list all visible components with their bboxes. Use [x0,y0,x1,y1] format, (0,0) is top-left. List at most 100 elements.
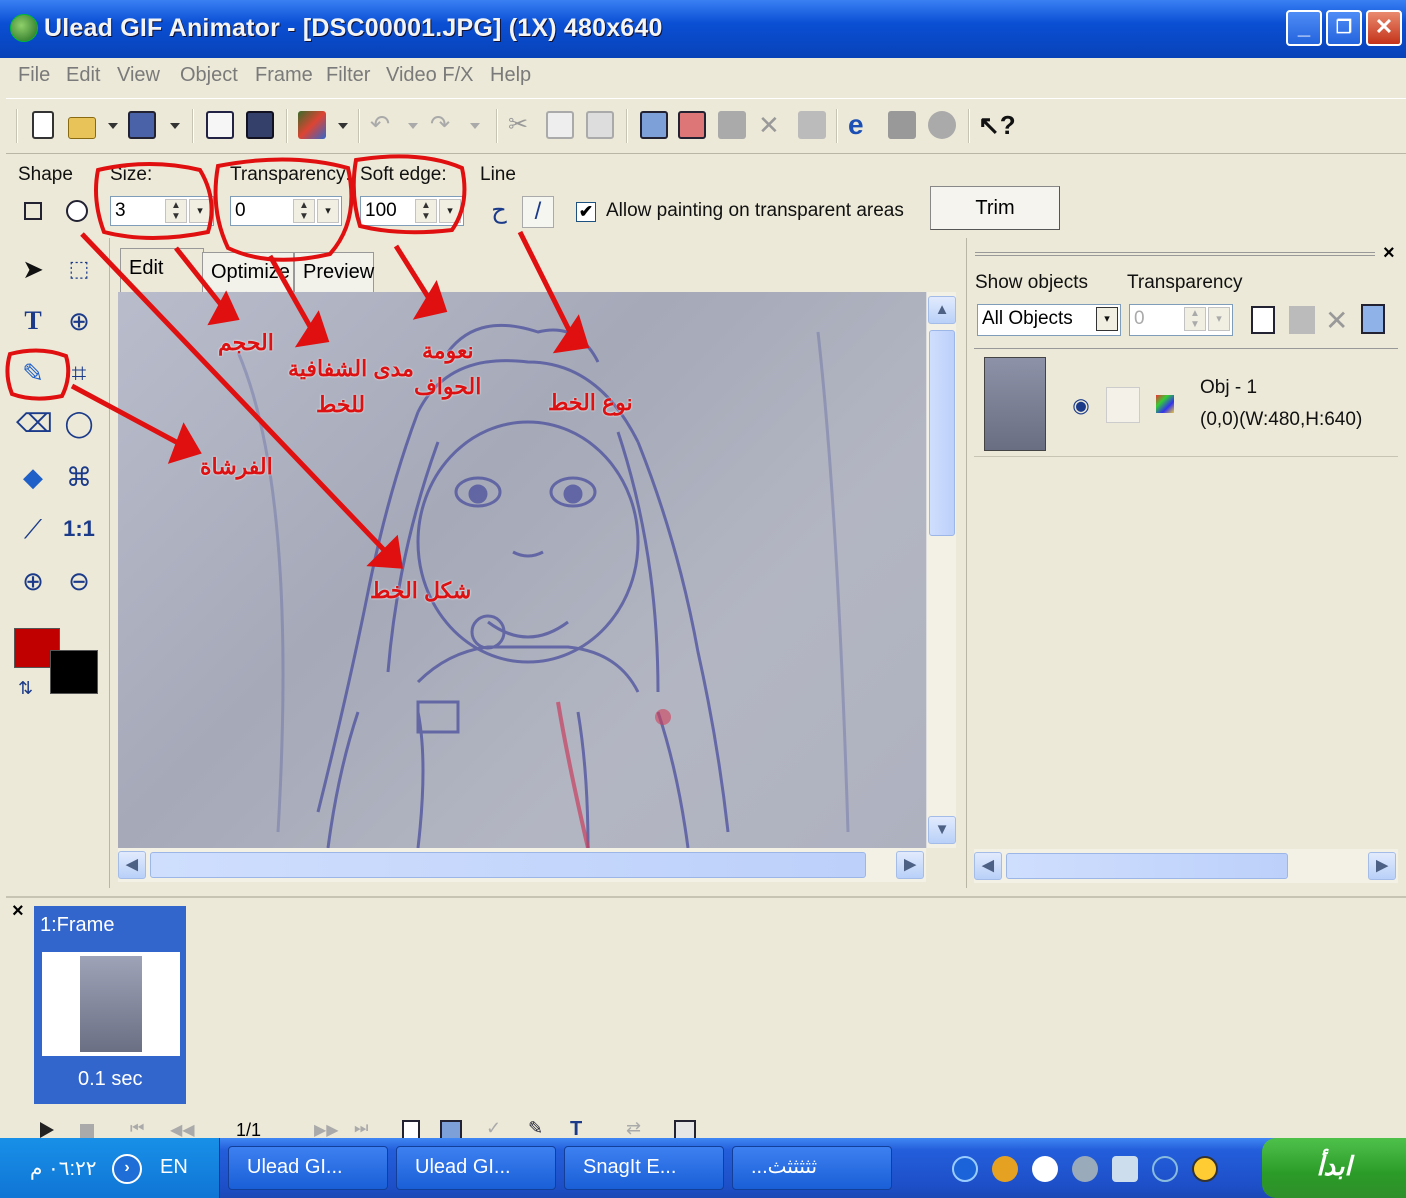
copy-icon[interactable] [546,111,574,139]
soft-edge-stepper[interactable]: 100 ▲ ▼ ▾ [360,196,464,226]
fill-tool-icon[interactable]: ◆ [16,460,50,494]
object-properties-icon[interactable] [718,111,746,139]
reverse-frames-icon[interactable]: ⇄ [626,1118,641,1139]
taskbar-button-snagit[interactable]: SnagIt E... [564,1146,724,1190]
delete-object-icon[interactable]: ✕ [758,111,786,139]
scroll-right-button[interactable]: ▶ [896,851,924,879]
menu-help[interactable]: Help [490,64,531,87]
marquee-tool-icon[interactable]: ⬚ [62,252,96,286]
tab-preview[interactable]: Preview [294,252,374,292]
circle-shape-button[interactable] [66,200,88,222]
lock-toggle[interactable] [1106,387,1140,423]
frame-delete-icon[interactable] [678,111,706,139]
object-scroll-left-button[interactable]: ◀ [974,852,1002,880]
eraser-tool-icon[interactable]: ⌫ [16,406,53,440]
taskbar-button-ulead-2[interactable]: Ulead GI... [396,1146,556,1190]
clone-tool-icon[interactable]: ⌗ [62,356,96,390]
object-scroll-right-button[interactable]: ▶ [1368,852,1396,880]
add-video-icon[interactable] [246,111,274,139]
menu-filter[interactable]: Filter [326,64,370,87]
vertical-scroll-thumb[interactable] [929,330,955,536]
swap-colors-icon[interactable]: ⇅ [18,678,33,699]
add-frame-icon[interactable] [402,1120,420,1140]
stop-icon[interactable] [80,1124,94,1138]
frame-properties-icon[interactable] [640,111,668,139]
object-manager-icon[interactable] [798,111,826,139]
cut-icon[interactable]: ✂ [508,111,536,139]
player-launch-icon[interactable] [992,1156,1018,1182]
duplicate-frame-icon[interactable] [440,1120,462,1140]
zoom-out-icon[interactable]: ⊖ [62,564,96,598]
start-button[interactable]: ابدأ [1262,1138,1406,1198]
menu-edit[interactable]: Edit [66,64,100,87]
eye-visibility-icon[interactable]: ◉ [1066,393,1096,417]
context-help-icon[interactable]: ↖? [978,111,1016,139]
app-launch-icon[interactable] [1112,1156,1138,1182]
tab-edit[interactable]: Edit [120,248,204,292]
paintbrush-tool-icon[interactable]: ✎ [16,356,50,390]
text-tool-icon[interactable]: T [16,304,50,338]
list-item[interactable]: ◉ Obj - 1 (0,0)(W:480,H:640) [974,351,1398,457]
play-icon[interactable] [40,1122,54,1138]
object-properties-panel-icon[interactable] [1361,304,1385,334]
search-launch-icon[interactable] [1152,1156,1178,1182]
background-color-swatch[interactable] [50,650,98,694]
messenger-launch-icon[interactable] [1072,1156,1098,1182]
frame-panel-close-button[interactable]: × [12,900,24,923]
frame-thumbnail-card[interactable]: 1:Frame 0.1 sec [34,906,186,1104]
crop-tool-icon[interactable]: ⌘ [62,460,96,494]
scroll-down-button[interactable]: ▼ [928,816,956,844]
eyedropper-tool-icon[interactable]: ⟋ [16,512,50,546]
close-button[interactable]: ✕ [1366,10,1402,46]
transparency-stepper[interactable]: 0 ▲ ▼ ▾ [230,196,342,226]
menu-object[interactable]: Object [180,64,238,87]
save-icon[interactable] [128,111,156,139]
size-stepper[interactable]: 3 ▲ ▼ ▾ [110,196,214,226]
export-icon[interactable] [928,111,956,139]
lasso-tool-icon[interactable]: ◯ [62,406,96,440]
optimize-wizard-icon[interactable] [888,111,916,139]
delete-frame-icon[interactable]: ✓ [486,1118,501,1139]
scroll-up-button[interactable]: ▲ [928,296,956,324]
first-frame-icon[interactable]: ⏮ [130,1120,144,1138]
horizontal-scroll-thumb[interactable] [150,852,866,878]
new-file-icon[interactable] [32,111,54,139]
freehand-line-icon[interactable]: ح [484,196,514,226]
object-transparency-stepper[interactable]: 0 ▲ ▼ ▾ [1129,304,1233,336]
image-canvas[interactable] [118,292,926,848]
menu-video-fx[interactable]: Video F/X [386,64,473,87]
restore-button[interactable]: ❐ [1326,10,1362,46]
browser-preview-icon[interactable]: e [848,111,876,139]
play-tool-icon[interactable]: ⊕ [62,304,96,338]
minimize-button[interactable]: _ [1286,10,1322,46]
frame-properties-small-icon[interactable] [674,1120,696,1140]
object-panel-close-button[interactable]: × [1383,242,1395,265]
tab-optimize[interactable]: Optimize [202,252,294,292]
undo-icon[interactable]: ↶ [370,111,398,139]
ie-launch-icon[interactable] [952,1156,978,1182]
zoom-in-icon[interactable]: ⊕ [16,564,50,598]
language-indicator[interactable]: EN [160,1156,188,1179]
last-frame-icon[interactable]: ⏭ [354,1120,368,1138]
new-object-icon[interactable] [1251,306,1275,334]
menu-file[interactable]: File [18,64,50,87]
canvas-horizontal-scrollbar[interactable]: ◀ ▶ [118,848,926,882]
paste-icon[interactable] [586,111,614,139]
object-scroll-thumb[interactable] [1006,853,1288,879]
delete-object-panel-icon[interactable]: ✕ [1325,304,1348,337]
pick-tool-icon[interactable]: ➤ [16,252,50,286]
trim-button[interactable]: Trim [930,186,1060,230]
tween-icon[interactable]: ✎ [528,1118,543,1139]
taskbar-button-ulead-1[interactable]: Ulead GI... [228,1146,388,1190]
image-effects-icon[interactable] [298,111,326,139]
canvas-vertical-scrollbar[interactable]: ▲ ▼ [926,292,956,848]
menu-frame[interactable]: Frame [255,64,313,87]
menu-view[interactable]: View [117,64,160,87]
firefox-launch-icon[interactable] [1192,1156,1218,1182]
prev-frame-icon[interactable]: ◀◀ [170,1120,195,1140]
duplicate-object-icon[interactable] [1289,306,1315,334]
show-objects-select[interactable]: All Objects ▾ [977,304,1121,336]
tray-expand-icon[interactable]: › [112,1154,142,1184]
redo-icon[interactable]: ↷ [430,111,458,139]
next-frame-icon[interactable]: ▶▶ [314,1120,339,1140]
